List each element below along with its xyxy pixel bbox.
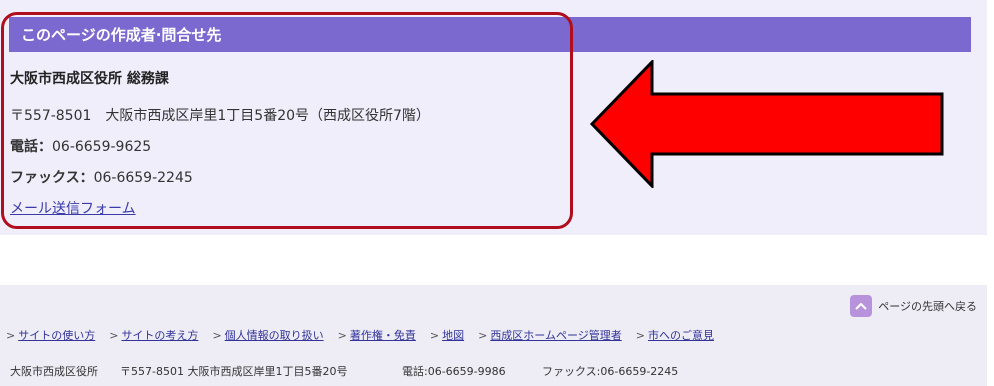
footer-link-feedback[interactable]: > 市へのご意見	[636, 327, 714, 343]
footer-link-policy[interactable]: > サイトの考え方	[109, 327, 198, 343]
footer-info: 大阪市西成区役所 〒557-8501 大阪市西成区岸里1丁目5番20号 電話:0…	[10, 363, 678, 379]
footer-link-label[interactable]: 西成区ホームページ管理者	[490, 327, 621, 343]
footer-link-label[interactable]: 著作権・免責	[350, 327, 416, 343]
chevron-right-icon: >	[429, 328, 440, 342]
footer-link-map[interactable]: > 地図	[430, 327, 464, 343]
chevron-right-icon: >	[109, 328, 119, 342]
contact-header-title: このページの作成者·問合せ先	[21, 26, 222, 44]
chevron-right-icon: >	[635, 328, 645, 342]
footer-link-label[interactable]: 市へのご意見	[648, 327, 714, 343]
footer-fax: ファックス:06-6659-2245	[542, 365, 679, 378]
footer: ページの先頭へ戻る > サイトの使い方 > サイトの考え方 > 個人情報の取り扱い >…	[0, 285, 987, 386]
footer-office-name: 大阪市西成区役所	[10, 365, 98, 378]
footer-link-label[interactable]: 地図	[442, 327, 464, 343]
footer-links: > サイトの使い方 > サイトの考え方 > 個人情報の取り扱い > 著作権・免責 > 地図…	[6, 327, 714, 343]
red-arrow-icon	[589, 60, 944, 188]
contact-phone: 電話：06-6659-9625	[10, 136, 151, 156]
footer-address: 〒557-8501 大阪市西成区岸里1丁目5番20号	[120, 365, 348, 378]
footer-phone: 電話:06-6659-9986	[402, 365, 506, 378]
chevron-right-icon: >	[478, 328, 488, 342]
department-name: 大阪市西成区役所 総務課	[10, 71, 169, 87]
footer-link-privacy[interactable]: > 個人情報の取り扱い	[212, 327, 323, 343]
footer-link-label[interactable]: サイトの使い方	[18, 327, 95, 343]
chevron-right-icon: >	[337, 328, 347, 342]
contact-address: 〒557-8501 大阪市西成区岸里1丁目5番20号（西成区役所7階）	[10, 108, 430, 124]
phone-label: 電話：	[10, 139, 52, 155]
mail-form-link[interactable]: メール送信フォーム	[10, 198, 136, 218]
page-top-label: ページの先頭へ戻る	[878, 300, 977, 313]
footer-link-admin[interactable]: > 西成区ホームページ管理者	[478, 327, 622, 343]
chevron-up-icon	[850, 295, 873, 317]
contact-header: このページの作成者·問合せ先	[9, 17, 971, 52]
page-top-button[interactable]: ページの先頭へ戻る	[850, 295, 977, 317]
chevron-right-icon: >	[212, 328, 222, 342]
footer-link-label[interactable]: サイトの考え方	[121, 327, 198, 343]
footer-link-copyright[interactable]: > 著作権・免責	[338, 327, 416, 343]
chevron-right-icon: >	[6, 328, 16, 342]
phone-value: 06-6659-9625	[52, 139, 152, 155]
fax-value: 06-6659-2245	[93, 170, 193, 186]
footer-link-label[interactable]: 個人情報の取り扱い	[225, 327, 324, 343]
footer-link-usage[interactable]: > サイトの使い方	[6, 327, 95, 343]
fax-label: ファックス：	[10, 170, 94, 186]
contact-fax: ファックス：06-6659-2245	[10, 167, 193, 187]
